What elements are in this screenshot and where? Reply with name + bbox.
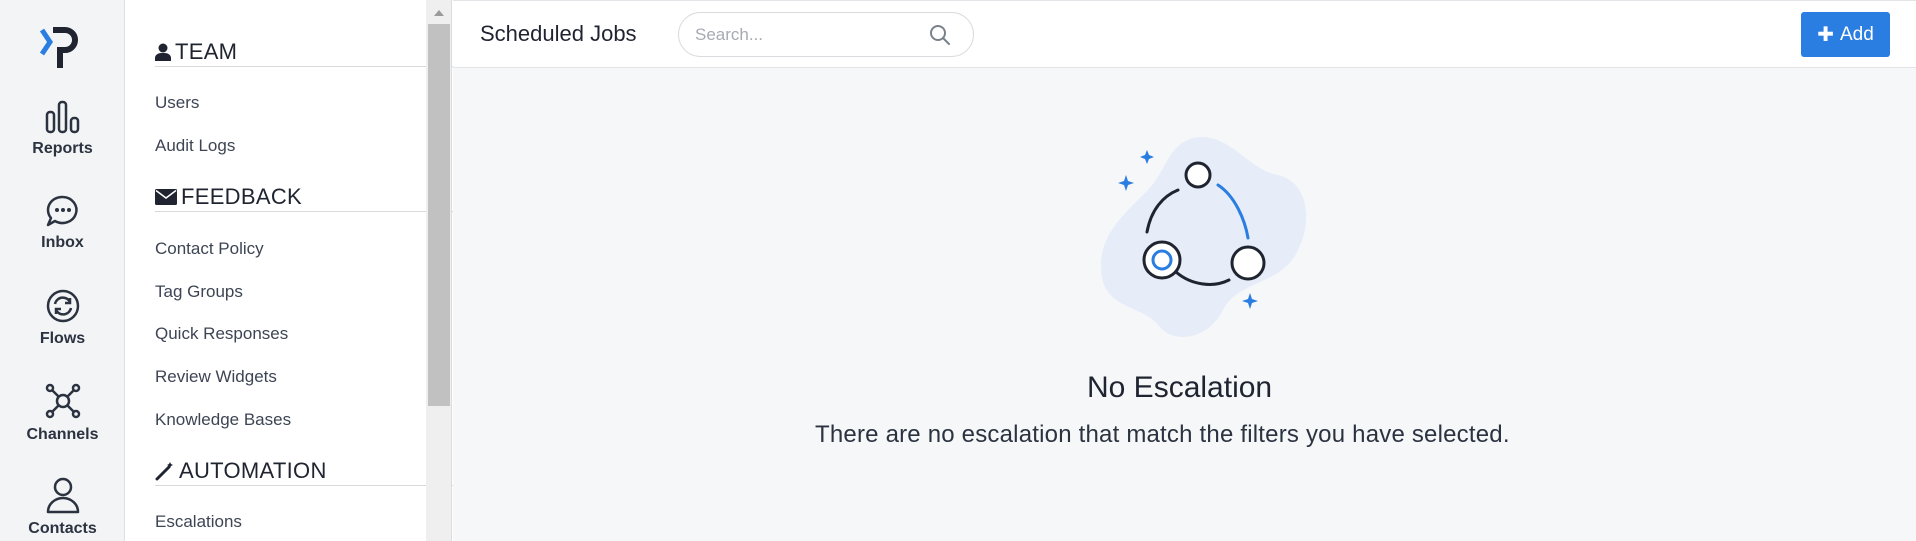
user-icon (155, 43, 171, 61)
rail-item-contacts[interactable]: Contacts (0, 476, 125, 541)
sparkle-icon (1140, 150, 1154, 164)
top-bar: Scheduled Jobs ✚ Add (453, 0, 1916, 68)
rail-item-reports[interactable]: Reports (0, 100, 125, 180)
section-title-team: TEAM (175, 38, 238, 64)
rail-item-flows[interactable]: Flows (0, 288, 125, 368)
sparkle-icon (1242, 293, 1258, 309)
rail-label-contacts: Contacts (28, 520, 97, 537)
rail-label-flows: Flows (39, 330, 86, 347)
menu-link-tag-groups[interactable]: Tag Groups (155, 282, 243, 302)
scroll-up-arrow-icon[interactable] (434, 10, 444, 16)
menu-scrollbar[interactable] (426, 0, 452, 541)
page-title: Scheduled Jobs (480, 21, 637, 46)
menu-link-knowledge-bases[interactable]: Knowledge Bases (155, 410, 291, 430)
scroll-thumb[interactable] (428, 24, 450, 406)
rail-label-reports: Reports (32, 140, 93, 157)
envelope-icon (155, 188, 177, 205)
menu-link-review-widgets[interactable]: Review Widgets (155, 367, 277, 387)
rail-label-inbox: Inbox (41, 234, 84, 251)
brand-logo[interactable] (38, 24, 82, 72)
person-icon (46, 477, 79, 514)
rail-item-inbox[interactable]: Inbox (0, 194, 125, 274)
empty-state-description: There are no escalation that match the f… (815, 421, 1510, 448)
app-root: Reports Inbox Flows Channels Contacts TE… (0, 0, 1916, 541)
network-icon (45, 383, 80, 419)
sync-icon (46, 289, 79, 323)
empty-state-illustration (1100, 136, 1307, 337)
section-title-automation: AUTOMATION (179, 457, 327, 483)
rail-label-channels: Channels (26, 426, 99, 443)
menu-link-contact-policy[interactable]: Contact Policy (155, 239, 264, 259)
section-title-feedback: FEEDBACK (181, 183, 302, 209)
bar-chart-icon (45, 100, 79, 134)
menu-link-audit-logs[interactable]: Audit Logs (155, 136, 235, 156)
plus-icon: ✚ (1817, 24, 1834, 46)
search-box[interactable] (678, 12, 974, 57)
search-icon[interactable] (929, 24, 951, 46)
rail-item-channels[interactable]: Channels (0, 382, 125, 462)
search-input[interactable] (695, 23, 915, 47)
add-button[interactable]: ✚ Add (1801, 12, 1890, 57)
main-panel: Scheduled Jobs ✚ Add (453, 0, 1916, 541)
menu-link-escalations[interactable]: Escalations (155, 512, 242, 532)
sparkle-icon (1118, 175, 1134, 191)
empty-state-title: No Escalation (1087, 371, 1273, 404)
menu-link-quick-responses[interactable]: Quick Responses (155, 324, 288, 344)
magic-wand-icon (155, 461, 173, 480)
menu-link-users[interactable]: Users (155, 93, 199, 113)
settings-menu: TEAM Users Audit Logs FEEDBACK Contact P… (126, 0, 525, 541)
icon-rail: Reports Inbox Flows Channels Contacts (0, 0, 125, 541)
add-button-label: Add (1839, 23, 1874, 45)
chat-bubble-icon (46, 195, 78, 227)
